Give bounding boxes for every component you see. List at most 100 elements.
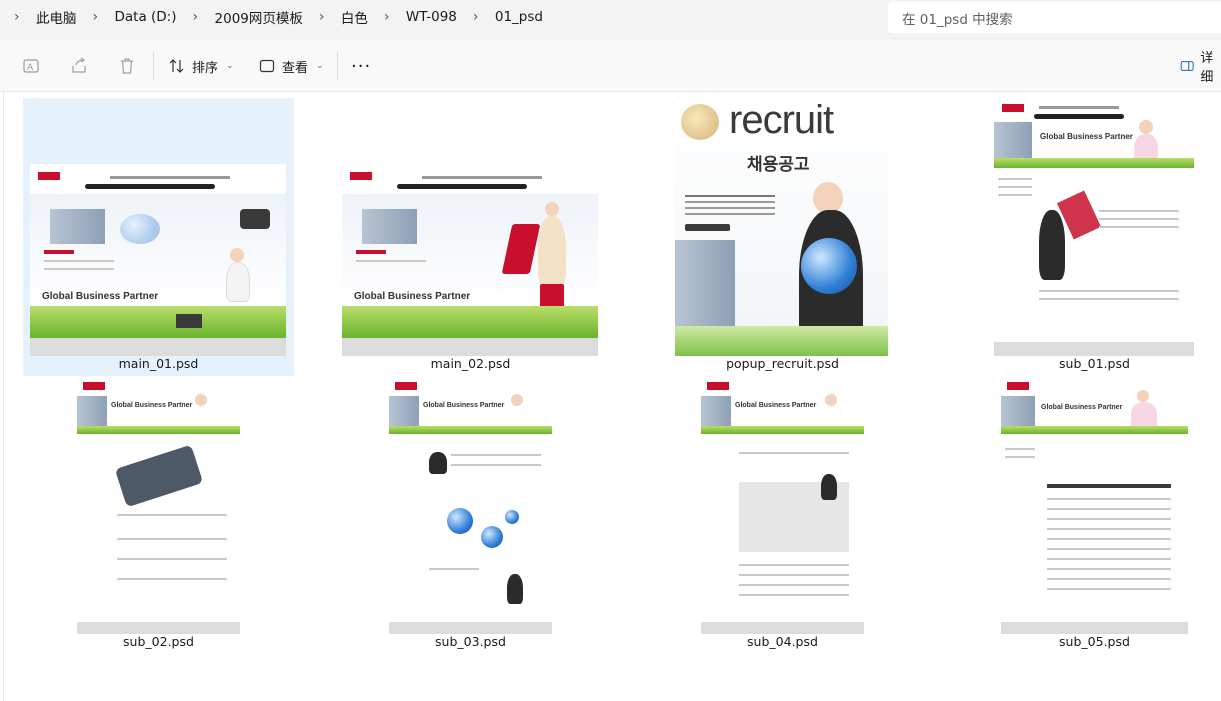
laptop-image [176, 314, 202, 328]
board-header [1047, 484, 1171, 488]
file-name: sub_05.psd [1059, 634, 1130, 649]
file-tile-sub-01[interactable]: Global Business Partner sub_01.psd [959, 98, 1221, 376]
person-face [230, 248, 244, 262]
content-line [739, 584, 849, 586]
content-line [1039, 298, 1179, 300]
chevron-right-icon[interactable]: › [14, 9, 22, 25]
thumbnail-sub-03: Global Business Partner [389, 378, 552, 634]
file-name: popup_recruit.psd [726, 356, 839, 371]
grass-area [342, 306, 598, 338]
board-row [1047, 528, 1171, 530]
nav-bar [1034, 114, 1124, 119]
grass-area [1001, 426, 1188, 434]
sort-icon [169, 59, 184, 73]
tagline: Global Business Partner [354, 291, 471, 302]
breadcrumb-item-wt098[interactable]: WT-098 [404, 7, 459, 27]
file-tile-sub-05[interactable]: Global Business Partner sub_05.psd [959, 376, 1221, 654]
person-image [429, 452, 447, 474]
file-tile-main-02[interactable]: Global Business Partner main_02.psd [335, 98, 606, 376]
file-grid: Global Business Partner main_01.psd Glob… [0, 92, 1221, 701]
view-label: 查看 [282, 60, 309, 76]
footer-area [30, 338, 286, 356]
board-row [1047, 508, 1171, 510]
chevron-down-icon: ⌄ [226, 61, 234, 71]
trash-icon[interactable] [117, 56, 137, 76]
file-tile-sub-04[interactable]: Global Business Partner sub_04.psd [647, 376, 918, 654]
toolbar-divider [153, 52, 154, 80]
footer-area [389, 622, 552, 634]
city-image [389, 396, 419, 430]
recruit-korean: 채용공고 [747, 155, 810, 174]
camera-image [240, 209, 270, 229]
details-label: 详细 [1200, 51, 1214, 85]
recruit-text-line [685, 207, 775, 209]
tagline: Global Business Partner [423, 402, 505, 409]
city-image [50, 209, 105, 244]
file-name: main_02.psd [430, 356, 511, 371]
file-tile-sub-02[interactable]: Global Business Partner sub_02.psd [23, 376, 294, 654]
logo-mark [1002, 104, 1024, 112]
footer-area [1001, 622, 1188, 634]
search-input[interactable]: 在 01_psd 中搜索 [888, 2, 1221, 33]
logo-mark [38, 172, 60, 180]
news-line [44, 260, 114, 262]
breadcrumb-item-templates[interactable]: 2009网页模板 [213, 5, 305, 29]
chevron-right-icon[interactable]: › [319, 9, 327, 25]
thumbnail-sub-02: Global Business Partner [77, 378, 240, 634]
sphere-image [505, 510, 519, 524]
share-icon[interactable] [69, 56, 89, 76]
board-row [1047, 588, 1171, 590]
file-name: sub_03.psd [435, 634, 506, 649]
board-row [1047, 538, 1171, 540]
board-row [1047, 578, 1171, 580]
chevron-right-icon[interactable]: › [384, 9, 392, 25]
content-line [1099, 226, 1179, 228]
person-image [538, 216, 566, 286]
file-tile-popup-recruit[interactable]: recruit 채용공고 popup_recruit.psd [647, 98, 918, 376]
breadcrumb-item-white[interactable]: 白色 [339, 5, 370, 29]
file-tile-sub-03[interactable]: Global Business Partner sub_03.psd [335, 376, 606, 654]
thumbnail-popup-recruit: recruit 채용공고 [675, 100, 888, 356]
more-icon[interactable]: ··· [351, 53, 371, 79]
grass-area [77, 426, 240, 434]
logo-mark [83, 382, 105, 390]
news-line [356, 260, 426, 262]
breadcrumb[interactable]: › 此电脑 › Data (D:) › 2009网页模板 › 白色 › WT-0… [0, 0, 880, 34]
news-tab [356, 250, 386, 254]
recruit-text-line [685, 195, 775, 197]
chevron-right-icon[interactable]: › [193, 9, 201, 25]
logo-mark [707, 382, 729, 390]
board-row [1047, 568, 1171, 570]
sort-button[interactable]: 排序 ⌄ [168, 53, 234, 79]
content-line [451, 454, 541, 456]
details-pane-icon [1180, 61, 1194, 71]
footer-area [342, 338, 598, 356]
footer-area [994, 342, 1194, 356]
thumbnail-main-01: Global Business Partner [30, 164, 286, 356]
person-face [1139, 120, 1153, 134]
file-tile-main-01[interactable]: Global Business Partner main_01.psd [23, 98, 294, 376]
breadcrumb-item-drive[interactable]: Data (D:) [113, 7, 179, 27]
grass-area [30, 306, 286, 338]
recruit-text-line [685, 213, 775, 215]
side-menu-line [998, 194, 1032, 196]
breadcrumb-item-current[interactable]: 01_psd [493, 7, 545, 27]
board-row [1047, 548, 1171, 550]
balloon-image [681, 104, 719, 140]
details-pane-button[interactable]: 详细 [1180, 51, 1221, 85]
person-image [821, 474, 837, 500]
person-face [545, 202, 559, 216]
address-bar-row: › 此电脑 › Data (D:) › 2009网页模板 › 白色 › WT-0… [0, 0, 1221, 40]
nav-bar [397, 184, 527, 189]
rename-icon[interactable]: A [21, 56, 41, 76]
chevron-right-icon[interactable]: › [93, 9, 101, 25]
news-tab [44, 250, 74, 254]
chevron-right-icon[interactable]: › [473, 9, 481, 25]
device-image [114, 444, 204, 508]
tagline: Global Business Partner [111, 402, 193, 409]
tagline: Global Business Partner [735, 402, 817, 409]
view-button[interactable]: 查看 ⌄ [258, 53, 324, 79]
file-name: main_01.psd [118, 356, 199, 371]
breadcrumb-item-this-pc[interactable]: 此电脑 [34, 5, 79, 29]
person-image-2 [507, 574, 523, 604]
